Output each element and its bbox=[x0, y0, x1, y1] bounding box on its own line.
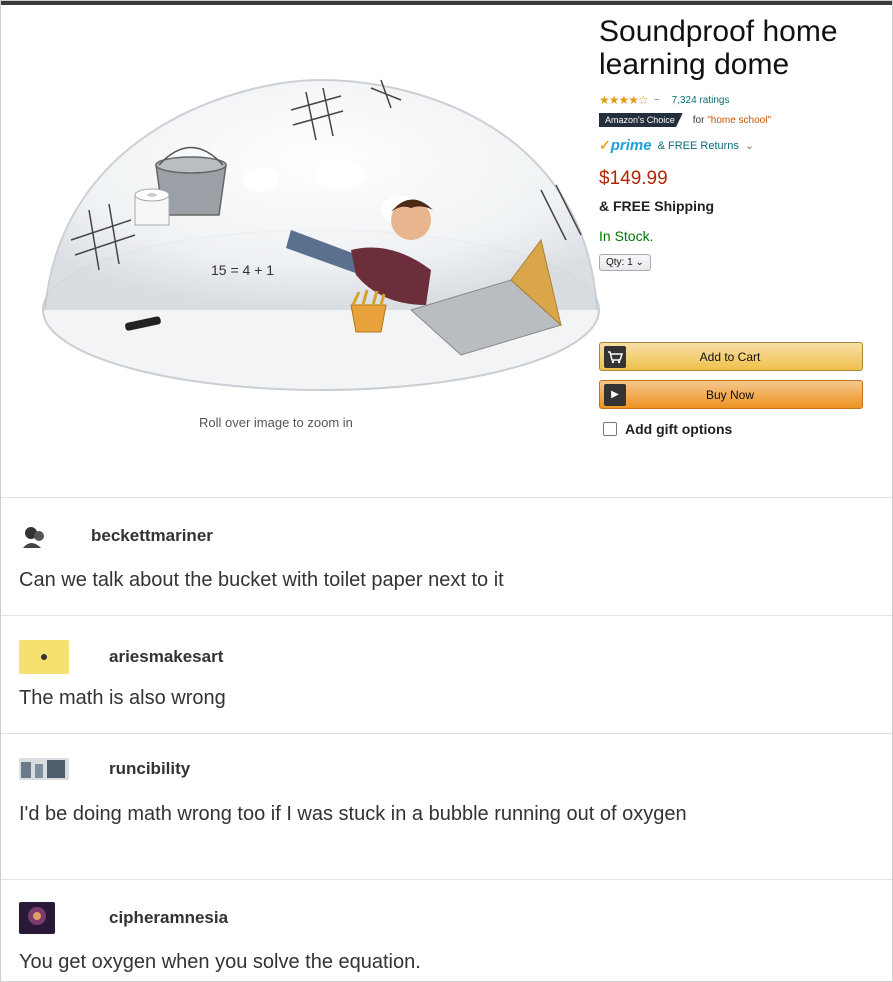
product-info: Soundproof home learning dome ★★★★☆ ~ 7,… bbox=[599, 15, 879, 271]
gift-options-label: Add gift options bbox=[625, 421, 733, 437]
rating-separator: ~ bbox=[653, 94, 660, 106]
comment-text: The math is also wrong bbox=[19, 687, 226, 709]
comment-text: I'd be doing math wrong too if I was stu… bbox=[19, 803, 687, 825]
avatar[interactable] bbox=[19, 758, 69, 780]
shipping-info: & FREE Shipping bbox=[599, 198, 715, 214]
avatar[interactable] bbox=[19, 640, 69, 674]
prime-check-icon: ✓ bbox=[599, 137, 611, 153]
comment-username[interactable]: runcibility bbox=[109, 759, 190, 779]
prime-logo: prime bbox=[610, 137, 652, 154]
product-image[interactable]: 15 = 4 + 1 bbox=[41, 70, 601, 400]
comment-username[interactable]: beckettmariner bbox=[91, 526, 213, 546]
quantity-select[interactable]: Qty: 1 ⌄ bbox=[599, 254, 651, 271]
comment-text: Can we talk about the bucket with toilet… bbox=[19, 569, 504, 591]
free-returns-link[interactable]: & FREE Returns bbox=[658, 140, 739, 152]
cart-icon bbox=[604, 345, 626, 368]
choice-label: for "home school" bbox=[693, 115, 771, 126]
amazons-choice-badge: Amazon's Choice bbox=[599, 113, 683, 127]
product-title[interactable]: Soundproof home learning dome bbox=[599, 15, 879, 81]
comment: beckettmariner Can we talk about the buc… bbox=[1, 497, 892, 616]
product-listing: 15 = 4 + 1 Roll over image to zoom in So… bbox=[1, 5, 892, 497]
zoom-caption: Roll over image to zoom in bbox=[199, 415, 353, 430]
checkbox-icon[interactable] bbox=[603, 422, 617, 436]
comment: ariesmakesart The math is also wrong bbox=[1, 615, 892, 734]
avatar[interactable] bbox=[19, 902, 55, 934]
add-to-cart-button[interactable]: Add to Cart bbox=[599, 342, 863, 371]
chevron-down-icon: ⌄ bbox=[635, 257, 644, 268]
play-icon: ▶ bbox=[604, 383, 626, 406]
avatar[interactable] bbox=[19, 524, 51, 548]
stock-status: In Stock. bbox=[599, 228, 654, 244]
buy-now-label: Buy Now bbox=[705, 387, 755, 402]
choice-row: Amazon's Choice for "home school" bbox=[599, 113, 879, 127]
comment-text: You get oxygen when you solve the equati… bbox=[19, 951, 421, 973]
comment: cipheramnesia You get oxygen when you so… bbox=[1, 879, 892, 981]
price: $149.99 bbox=[599, 168, 668, 189]
comment-username[interactable]: ariesmakesart bbox=[109, 647, 223, 667]
prime-row: ✓ prime & FREE Returns ⌄ bbox=[599, 137, 879, 154]
ratings-count[interactable]: 7,324 ratings bbox=[672, 95, 730, 106]
equation-text: 15 = 4 + 1 bbox=[211, 262, 274, 278]
rating-row: ★★★★☆ ~ 7,324 ratings bbox=[599, 93, 879, 107]
comment-username[interactable]: cipheramnesia bbox=[109, 908, 228, 928]
qty-label: Qty: 1 bbox=[606, 257, 633, 268]
screenshot-frame: 15 = 4 + 1 Roll over image to zoom in So… bbox=[0, 0, 893, 982]
choice-prefix: for bbox=[692, 114, 708, 126]
gift-options[interactable]: Add gift options bbox=[603, 421, 732, 437]
comment: runcibility I'd be doing math wrong too … bbox=[1, 733, 892, 880]
chevron-down-icon[interactable]: ⌄ bbox=[745, 139, 754, 152]
buy-now-button[interactable]: ▶ Buy Now bbox=[599, 380, 863, 409]
star-icon[interactable]: ★★★★☆ bbox=[599, 93, 649, 107]
choice-term[interactable]: "home school" bbox=[707, 115, 771, 126]
add-to-cart-label: Add to Cart bbox=[699, 349, 761, 364]
